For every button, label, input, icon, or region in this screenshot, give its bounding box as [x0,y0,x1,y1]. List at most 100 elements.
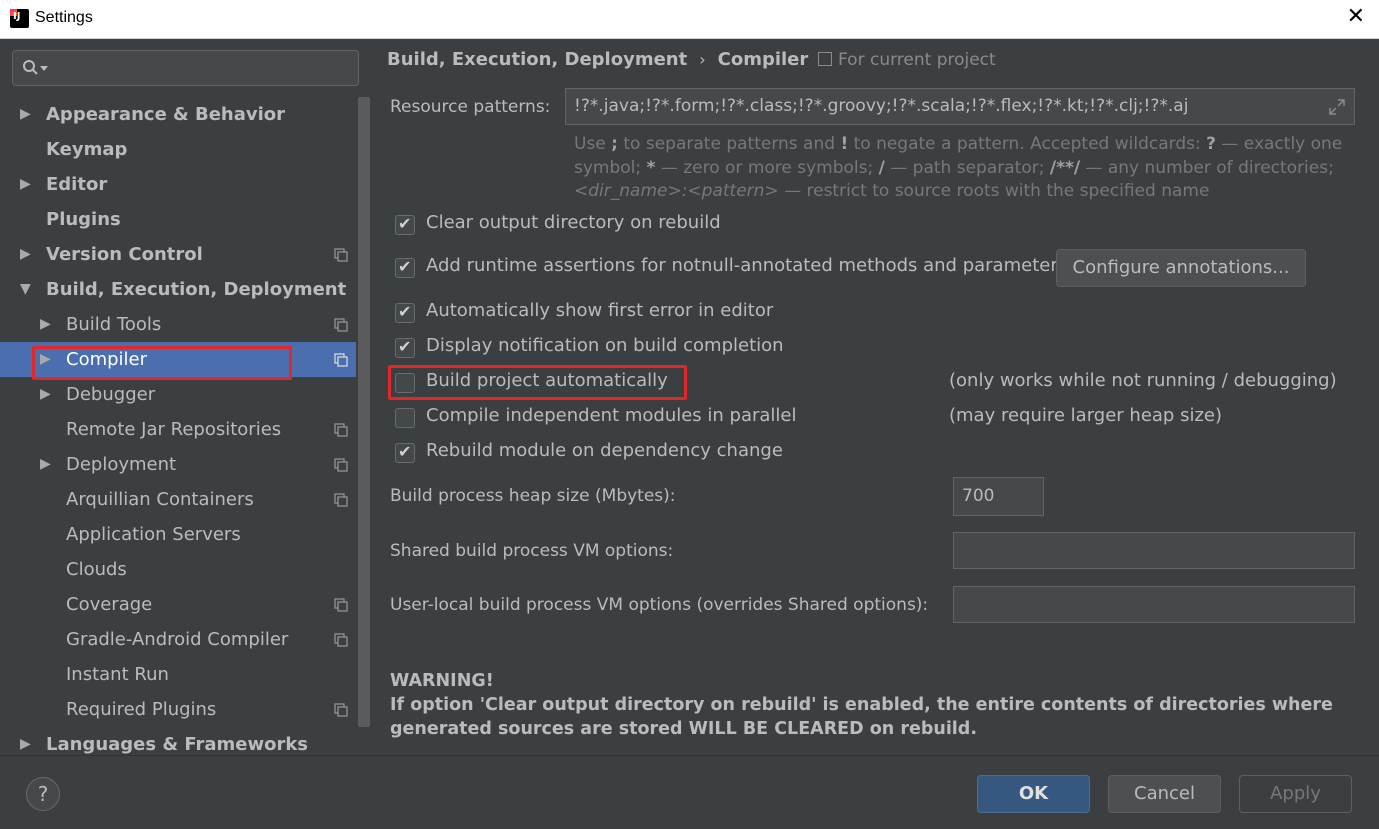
option-checkbox[interactable] [395,442,415,463]
project-level-icon [334,493,348,507]
sidebar-item-label: Deployment [66,454,177,475]
breadcrumb-item-compiler: Compiler [717,49,809,70]
for-current-project-note: For current project [818,50,996,70]
project-level-icon [334,633,348,647]
resource-patterns-value: !?*.java;!?*.form;!?*.class;!?*.groovy;!… [574,96,1189,116]
option-checkbox[interactable] [395,302,415,323]
sidebar-item-label: Required Plugins [66,699,217,720]
window-title: Settings [35,9,93,26]
sidebar-item-label: Coverage [66,594,153,615]
sidebar-item-deployment[interactable]: ▶ Deployment [0,447,356,482]
option-label[interactable]: Clear output directory on rebuild [426,212,721,233]
breadcrumb: Build, Execution, Deployment › Compiler [387,49,808,70]
sidebar-item-application-servers[interactable]: Application Servers [0,517,356,552]
sidebar-item-keymap[interactable]: Keymap [0,132,356,167]
dialog-footer: ? OK Cancel Apply [0,755,1379,829]
breadcrumb-separator: › [699,50,706,69]
heap-size-label: Build process heap size (Mbytes): [390,486,676,506]
sidebar-item-build-execution-deployment[interactable]: ▼ Build, Execution, Deployment [0,272,356,307]
project-level-icon [334,353,348,367]
collapsed-arrow-icon[interactable]: ▶ [20,97,31,132]
warning-title: WARNING! [390,671,494,691]
resource-patterns-input[interactable]: !?*.java;!?*.form;!?*.class;!?*.groovy;!… [565,88,1355,125]
cancel-button[interactable]: Cancel [1108,775,1221,813]
option-label[interactable]: Rebuild module on dependency change [426,440,783,461]
sidebar-item-label: Remote Jar Repositories [66,419,282,440]
sidebar-item-label: Instant Run [66,664,169,685]
search-input[interactable] [12,50,359,86]
project-level-icon [334,598,348,612]
project-level-icon [334,703,348,717]
sidebar-item-remote-jar-repositories[interactable]: Remote Jar Repositories [0,412,356,447]
option-checkbox[interactable] [395,408,415,428]
sidebar-item-build-tools[interactable]: ▶ Build Tools [0,307,356,342]
help-button[interactable]: ? [26,777,60,811]
sidebar-item-clouds[interactable]: Clouds [0,552,356,587]
resource-patterns-label: Resource patterns: [390,97,551,117]
highlight-box-compiler [32,346,292,380]
shared-vm-options-label: Shared build process VM options: [390,541,674,561]
heap-size-input[interactable]: 700 [953,477,1044,516]
project-scope-icon [818,52,832,66]
collapsed-arrow-icon[interactable]: ▶ [20,167,31,202]
shared-vm-options-input[interactable] [953,532,1355,569]
collapsed-arrow-icon[interactable]: ▶ [40,447,51,482]
configure-annotations-button[interactable]: Configure annotations... [1056,249,1306,287]
expanded-arrow-icon[interactable]: ▼ [20,272,31,307]
sidebar-item-version-control[interactable]: ▶ Version Control [0,237,356,272]
option-note: (may require larger heap size) [949,405,1222,426]
sidebar-item-label: Arquillian Containers [66,489,254,510]
sidebar-item-arquillian-containers[interactable]: Arquillian Containers [0,482,356,517]
sidebar-item-label: Editor [46,174,108,195]
sidebar-item-editor[interactable]: ▶ Editor [0,167,356,202]
option-checkbox[interactable] [395,214,415,235]
intellij-app-icon [10,9,29,28]
option-label[interactable]: Add runtime assertions for notnull-annot… [426,255,1067,276]
sidebar-item-label: Clouds [66,559,127,580]
sidebar-item-label: Appearance & Behavior [46,104,286,125]
user-vm-options-input[interactable] [953,586,1355,623]
project-level-icon [334,318,348,332]
breadcrumb-item-build: Build, Execution, Deployment [387,49,688,70]
option-checkbox[interactable] [395,337,415,358]
collapsed-arrow-icon[interactable]: ▶ [20,237,31,272]
ok-button[interactable]: OK [977,775,1090,813]
sidebar-item-label: Debugger [66,384,156,405]
warning-text: If option 'Clear output directory on reb… [390,695,1333,739]
chevron-down-icon [40,66,48,71]
project-level-icon [334,458,348,472]
sidebar-item-plugins[interactable]: Plugins [0,202,356,237]
compiler-settings-panel: Build, Execution, Deployment › Compiler Fo… [372,39,1379,755]
resource-patterns-hint: Use ; to separate patterns and ! to nega… [574,134,1343,201]
sidebar-item-appearance-behavior[interactable]: ▶ Appearance & Behavior [0,97,356,132]
apply-button[interactable]: Apply [1239,775,1352,813]
user-vm-options-label: User-local build process VM options (ove… [390,595,929,615]
settings-sidebar: ▶ Appearance & Behavior Keymap ▶ Editor Plugi… [0,39,372,755]
option-checkbox[interactable] [395,257,415,278]
collapsed-arrow-icon[interactable]: ▶ [40,377,51,412]
title-bar: Settings ✕ [0,0,1379,39]
sidebar-item-label: Application Servers [66,524,241,545]
sidebar-item-label: Build, Execution, Deployment [46,279,347,300]
sidebar-item-instant-run[interactable]: Instant Run [0,657,356,692]
for-current-project-label: For current project [838,50,996,70]
sidebar-item-coverage[interactable]: Coverage [0,587,356,622]
sidebar-item-label: Keymap [46,139,128,160]
sidebar-item-debugger[interactable]: ▶ Debugger [0,377,356,412]
option-label[interactable]: Display notification on build completion [426,335,784,356]
sidebar-scrollbar-thumb[interactable] [358,97,370,727]
warning-message: WARNING! If option 'Clear output directo… [390,669,1370,741]
option-label[interactable]: Compile independent modules in parallel [426,405,797,426]
project-level-icon [334,423,348,437]
collapsed-arrow-icon[interactable]: ▶ [40,307,51,342]
highlight-box-build-automatically [388,365,687,400]
sidebar-item-label: Gradle-Android Compiler [66,629,289,650]
sidebar-item-label: Version Control [46,244,203,265]
option-note: (only works while not running / debuggin… [949,370,1337,391]
option-label[interactable]: Automatically show first error in editor [426,300,773,321]
close-icon[interactable]: ✕ [1347,4,1365,29]
expand-icon[interactable] [1328,98,1346,116]
sidebar-item-required-plugins[interactable]: Required Plugins [0,692,356,727]
project-level-icon [334,248,348,262]
sidebar-item-gradle-android-compiler[interactable]: Gradle-Android Compiler [0,622,356,657]
